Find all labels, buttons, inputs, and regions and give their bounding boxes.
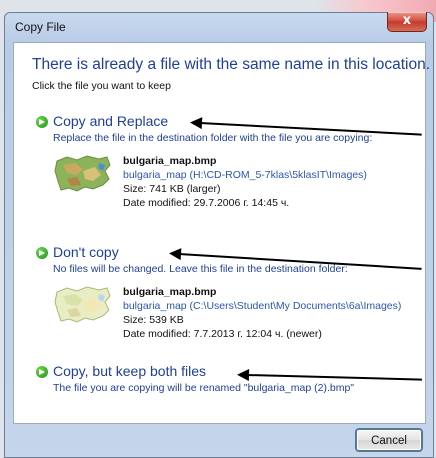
bulgaria-map-thumbnail [54, 155, 111, 192]
bulgaria-map-thumbnail [54, 286, 111, 323]
file-name: bulgaria_map.bmp [123, 155, 217, 167]
dialog-content: There is already a file with the same na… [13, 42, 430, 424]
option-copy-and-replace[interactable]: Copy and Replace Replace the file in the… [36, 113, 421, 213]
close-button[interactable]: x [387, 12, 427, 32]
option-dont-copy[interactable]: Don't copy No files will be changed. Lea… [36, 244, 421, 344]
green-arrow-icon [36, 116, 48, 128]
file-size: Size: 539 KB [123, 314, 184, 326]
option-description: The file you are copying will be renamed… [53, 382, 355, 394]
dialog-heading: There is already a file with the same na… [32, 56, 431, 73]
copy-file-dialog: Copy File x There is already a file with… [4, 12, 434, 458]
dialog-subheading: Click the file you want to keep [32, 80, 171, 92]
file-details: bulgaria_map.bmp bulgaria_map (C:\Users\… [123, 285, 401, 341]
option-description: No files will be changed. Leave this fil… [53, 263, 348, 275]
cancel-button[interactable]: Cancel [356, 429, 422, 451]
option-description: Replace the file in the destination fold… [53, 132, 373, 144]
file-size: Size: 741 KB (larger) [123, 183, 221, 195]
file-date-modified: Date modified: 29.7.2006 г. 14:45 ч. [123, 197, 290, 209]
file-details: bulgaria_map.bmp bulgaria_map (H:\CD-ROM… [123, 154, 367, 210]
option-copy-keep-both[interactable]: Copy, but keep both files The file you a… [36, 363, 421, 403]
option-title[interactable]: Copy and Replace [53, 113, 168, 129]
dialog-footer: Cancel [13, 424, 426, 456]
green-arrow-icon [36, 247, 48, 259]
file-date-modified: Date modified: 7.7.2013 г. 12:04 ч. (new… [123, 328, 322, 340]
option-title[interactable]: Don't copy [53, 244, 119, 260]
option-title[interactable]: Copy, but keep both files [53, 363, 206, 379]
window-title: Copy File [15, 20, 66, 34]
file-path: bulgaria_map (H:\CD-ROM_5-7klas\5klasIT\… [123, 169, 367, 181]
green-arrow-icon [36, 366, 48, 378]
file-name: bulgaria_map.bmp [123, 286, 217, 298]
file-path: bulgaria_map (C:\Users\Student\My Docume… [123, 300, 402, 312]
